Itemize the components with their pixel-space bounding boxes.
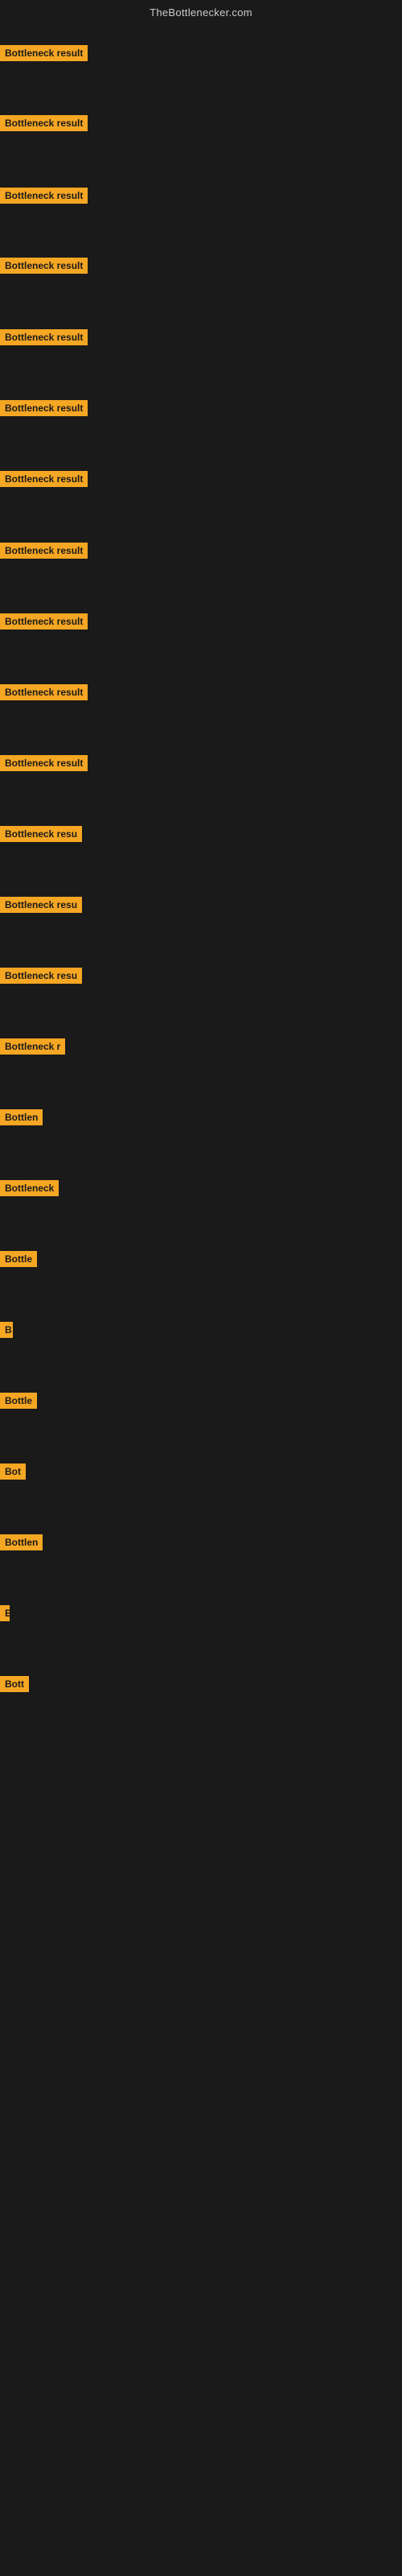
bottleneck-label: Bottleneck — [0, 1180, 59, 1196]
bottleneck-label: Bottleneck result — [0, 471, 88, 487]
bottleneck-label: Bottleneck result — [0, 329, 88, 345]
bottleneck-result-item: Bottleneck resu — [0, 897, 82, 917]
bottleneck-result-item: Bot — [0, 1463, 26, 1484]
bottleneck-result-item: E — [0, 1605, 10, 1625]
bottleneck-result-item: Bottleneck resu — [0, 968, 82, 988]
bottleneck-result-item: Bottleneck result — [0, 755, 88, 775]
bottleneck-label: Bottlen — [0, 1109, 43, 1125]
bottleneck-result-item: Bottleneck result — [0, 471, 88, 491]
bottleneck-label: Bottleneck r — [0, 1038, 65, 1055]
bottleneck-label: Bottleneck result — [0, 400, 88, 416]
bottleneck-result-item: Bottleneck result — [0, 188, 88, 208]
bottleneck-result-item: Bottleneck — [0, 1180, 59, 1200]
bottleneck-label: Bottleneck resu — [0, 897, 82, 913]
bottleneck-result-item: Bottleneck r — [0, 1038, 65, 1059]
bottleneck-label: Bott — [0, 1676, 29, 1692]
bottleneck-label: Bottle — [0, 1393, 37, 1409]
bottleneck-result-item: Bottleneck resu — [0, 826, 82, 846]
bottleneck-result-item: Bott — [0, 1676, 29, 1696]
bottleneck-result-item: Bottleneck result — [0, 684, 88, 704]
bottleneck-label: Bottleneck result — [0, 684, 88, 700]
bottleneck-result-item: B — [0, 1322, 13, 1342]
bottleneck-result-item: Bottleneck result — [0, 543, 88, 563]
bottleneck-label: Bottleneck result — [0, 543, 88, 559]
bottleneck-result-item: Bottleneck result — [0, 258, 88, 278]
bottleneck-label: Bottleneck result — [0, 258, 88, 274]
bottleneck-result-item: Bottlen — [0, 1109, 43, 1129]
bottleneck-label: Bottle — [0, 1251, 37, 1267]
bottleneck-label: Bottlen — [0, 1534, 43, 1550]
bottleneck-label: Bottleneck result — [0, 613, 88, 630]
bottleneck-result-item: Bottleneck result — [0, 613, 88, 634]
bottleneck-result-item: Bottle — [0, 1393, 37, 1413]
site-header: TheBottlenecker.com — [0, 0, 402, 23]
bottleneck-result-item: Bottleneck result — [0, 329, 88, 349]
bottleneck-label: Bottleneck resu — [0, 968, 82, 984]
bottleneck-result-item: Bottleneck result — [0, 115, 88, 135]
bottleneck-label: Bottleneck result — [0, 755, 88, 771]
bottleneck-result-item: Bottleneck result — [0, 400, 88, 420]
bottleneck-label: Bottleneck result — [0, 45, 88, 61]
bottleneck-label: Bottleneck result — [0, 188, 88, 204]
site-title: TheBottlenecker.com — [150, 6, 252, 19]
bottleneck-result-item: Bottlen — [0, 1534, 43, 1554]
bottleneck-result-item: Bottle — [0, 1251, 37, 1271]
bottleneck-label: Bottleneck result — [0, 115, 88, 131]
bottleneck-label: B — [0, 1322, 13, 1338]
bottleneck-result-item: Bottleneck result — [0, 45, 88, 65]
bottleneck-label: Bottleneck resu — [0, 826, 82, 842]
bottleneck-label: E — [0, 1605, 10, 1621]
bottleneck-label: Bot — [0, 1463, 26, 1480]
